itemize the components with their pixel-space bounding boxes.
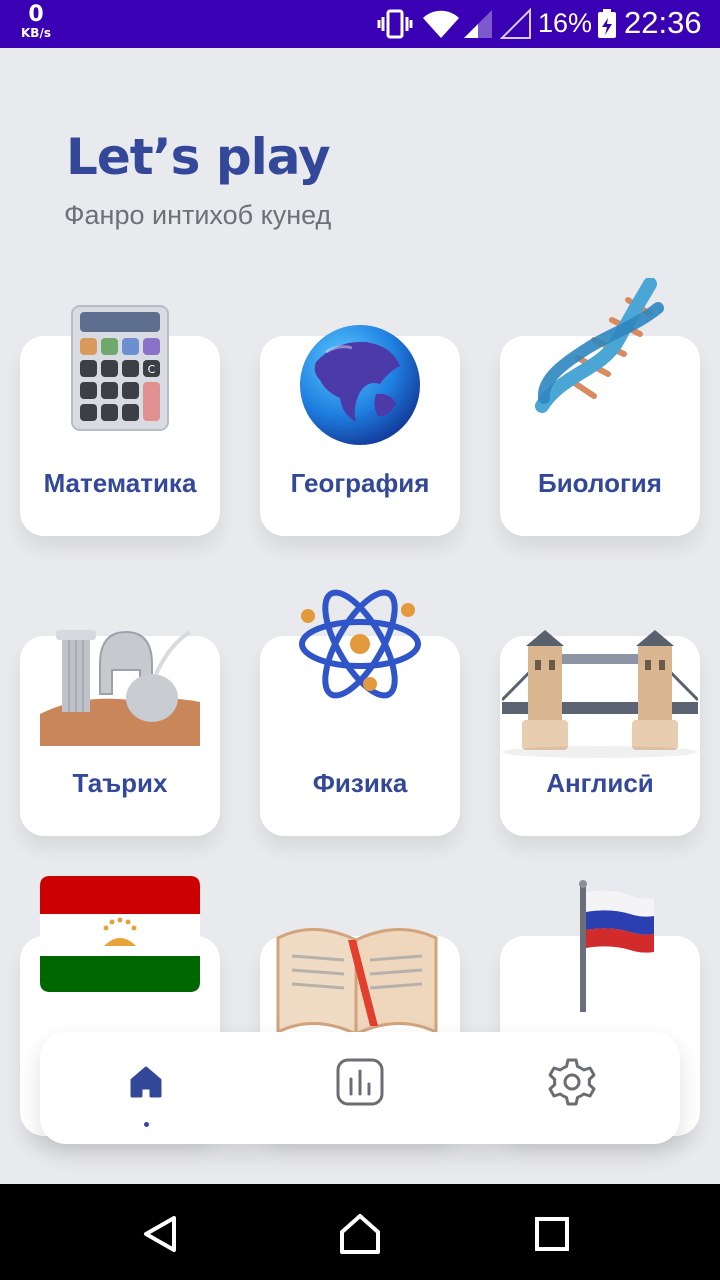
tajik-flag-icon xyxy=(40,876,200,992)
signal-icon xyxy=(464,10,492,38)
wifi-icon xyxy=(423,10,459,38)
subject-label: Физика xyxy=(312,768,408,798)
bottom-navigation xyxy=(40,1032,680,1144)
battery-icon xyxy=(598,9,616,38)
back-triangle-icon xyxy=(144,1216,176,1252)
dna-icon xyxy=(535,278,664,413)
nav-stats-button[interactable] xyxy=(324,1046,396,1118)
subject-label: Таърих xyxy=(72,768,168,798)
network-speed-unit: KB/s xyxy=(21,26,51,40)
nav-home-button[interactable] xyxy=(110,1046,182,1118)
russian-flag-icon xyxy=(579,880,654,1012)
system-recents-button[interactable] xyxy=(522,1204,582,1264)
battery-percent: 16% xyxy=(538,8,593,38)
page-title: Let’s play xyxy=(66,128,331,186)
gear-icon xyxy=(548,1058,596,1106)
network-speed: 0 KB/s xyxy=(14,2,58,40)
open-book-icon xyxy=(276,928,438,1034)
page-subtitle: Фанро интихоб кунед xyxy=(64,200,332,230)
globe-icon xyxy=(300,325,420,445)
nav-settings-button[interactable] xyxy=(536,1046,608,1118)
atom-icon xyxy=(299,589,421,699)
subject-label: География xyxy=(290,468,430,498)
tower-bridge-icon xyxy=(502,630,698,758)
svg-text:C: C xyxy=(148,363,156,376)
home-icon xyxy=(130,1066,162,1098)
no-signal-icon xyxy=(500,8,531,39)
system-back-button[interactable] xyxy=(130,1204,190,1264)
subject-label: Англисӣ xyxy=(546,768,654,798)
vibrate-icon xyxy=(377,9,413,39)
calculator-icon: C xyxy=(71,305,169,431)
subject-label: Биология xyxy=(538,468,662,498)
clock: 22:36 xyxy=(624,5,702,40)
system-home-button[interactable] xyxy=(330,1204,390,1264)
chart-icon xyxy=(336,1058,384,1106)
system-navigation-bar xyxy=(0,1184,720,1280)
history-icon xyxy=(40,630,200,746)
home-outline-icon xyxy=(340,1214,380,1254)
status-bar: 0 KB/s 16% 22:36 xyxy=(0,0,720,48)
recents-square-icon xyxy=(535,1217,569,1251)
subject-label: Математика xyxy=(43,468,197,498)
active-indicator-dot xyxy=(144,1122,149,1127)
network-speed-value: 0 xyxy=(28,2,44,27)
